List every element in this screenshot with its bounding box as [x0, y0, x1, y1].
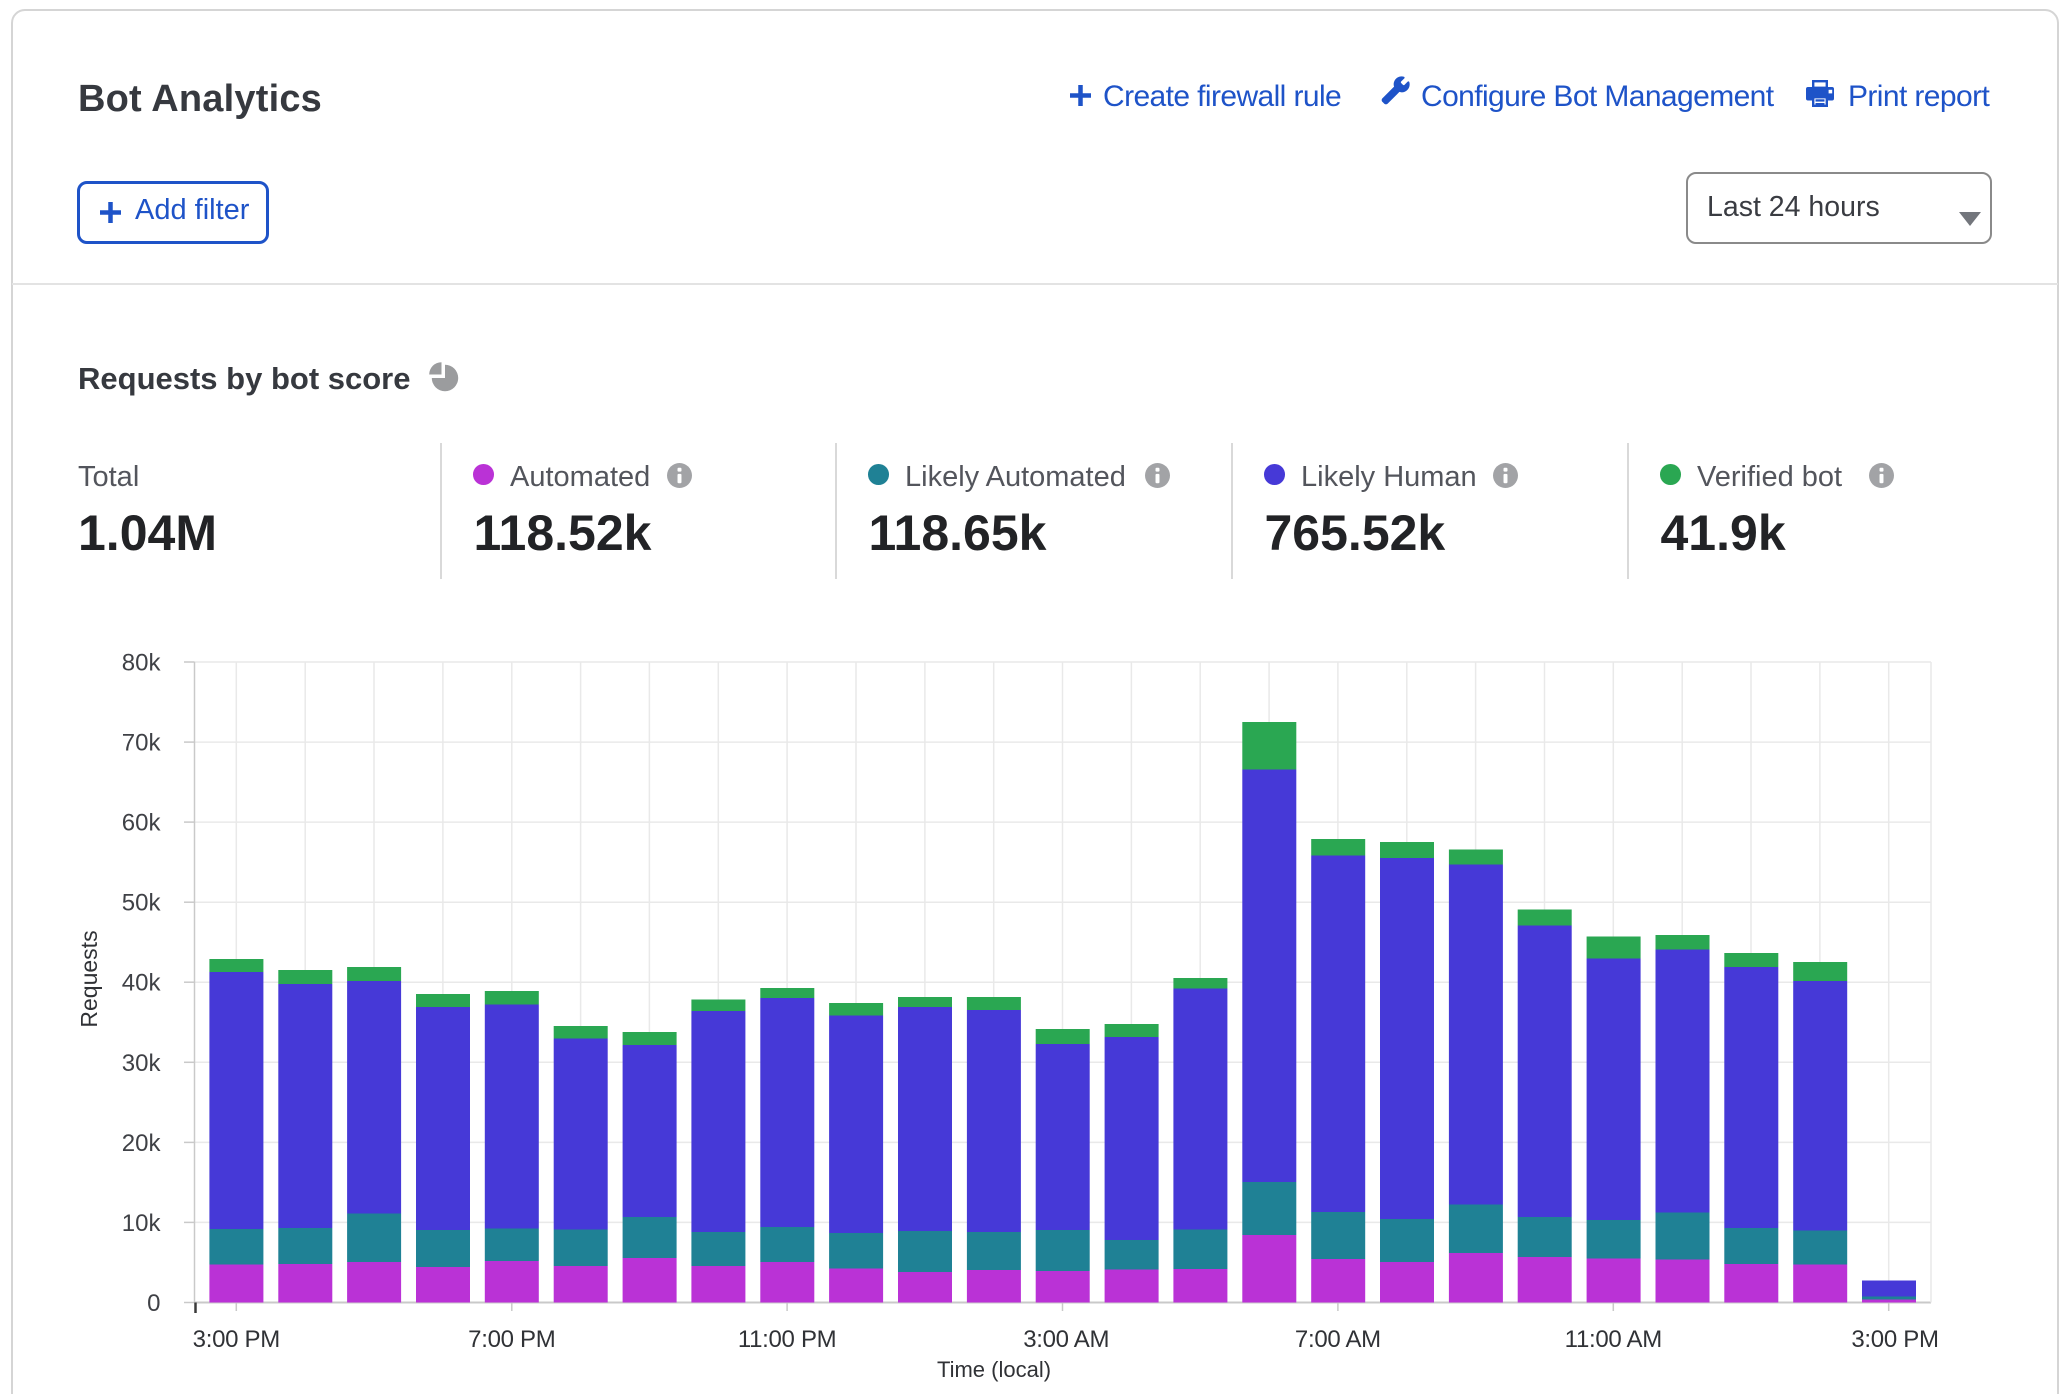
svg-text:3:00 PM: 3:00 PM	[1851, 1326, 1938, 1353]
svg-text:0: 0	[147, 1290, 160, 1317]
svg-text:20k: 20k	[122, 1130, 162, 1157]
svg-text:11:00 AM: 11:00 AM	[1565, 1326, 1662, 1353]
svg-text:Requests: Requests	[76, 930, 102, 1027]
svg-text:30k: 30k	[122, 1050, 162, 1077]
svg-text:50k: 50k	[122, 890, 162, 917]
svg-text:40k: 40k	[122, 970, 162, 997]
svg-text:11:00 PM: 11:00 PM	[738, 1326, 837, 1353]
svg-text:7:00 PM: 7:00 PM	[468, 1326, 555, 1353]
svg-text:60k: 60k	[122, 810, 162, 837]
svg-text:70k: 70k	[122, 730, 162, 757]
svg-text:10k: 10k	[122, 1210, 162, 1237]
svg-text:Time (local): Time (local)	[937, 1357, 1051, 1382]
svg-text:3:00 PM: 3:00 PM	[193, 1326, 280, 1353]
svg-text:7:00 AM: 7:00 AM	[1295, 1326, 1381, 1353]
svg-text:3:00 AM: 3:00 AM	[1023, 1326, 1109, 1353]
svg-text:80k: 80k	[122, 650, 162, 677]
